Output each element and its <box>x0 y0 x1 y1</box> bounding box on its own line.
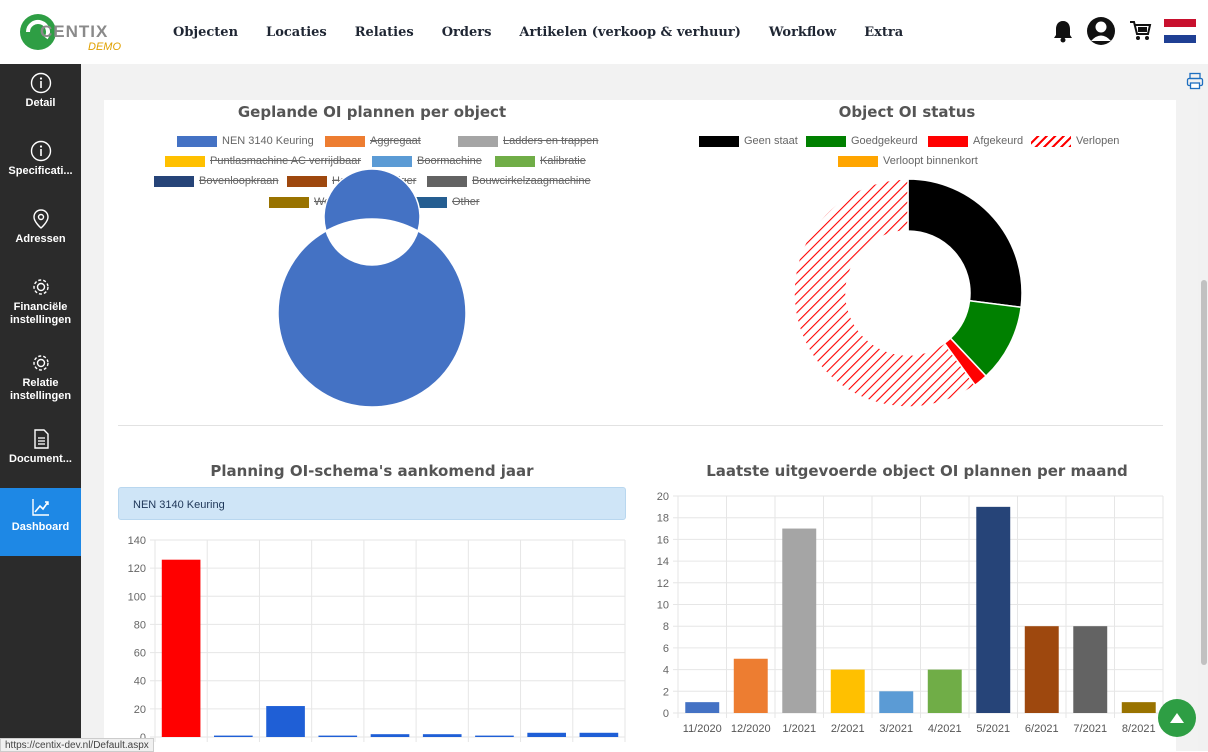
gear-icon <box>32 355 49 371</box>
brand-sub: DEMO <box>88 41 121 53</box>
legend-swatch <box>458 135 498 147</box>
legend-swatch <box>177 135 217 147</box>
sidebar-item-specificaties[interactable]: Specificati... <box>0 132 81 200</box>
legend-label: Aggregaat <box>370 135 421 147</box>
chart-title-monthly: Laatste uitgevoerde object OI plannen pe… <box>706 462 1128 480</box>
legend-swatch <box>495 155 535 167</box>
legend-label: Ladders en trappen <box>503 135 599 147</box>
legend-item[interactable]: Kalibratie <box>495 155 586 167</box>
legend-item[interactable]: Verlopen <box>1031 135 1119 147</box>
legend-swatch <box>287 175 327 187</box>
legend-item[interactable]: Ladders en trappen <box>458 135 598 147</box>
legend-label: Other <box>452 196 480 208</box>
legend-swatch <box>165 155 205 167</box>
legend-label: NEN 3140 Keuring <box>222 135 314 147</box>
legend-item[interactable]: Hogedrukreiniger <box>287 175 416 187</box>
legend-label: Bovenloopkraan <box>199 175 279 187</box>
nav-workflow[interactable]: Workflow <box>769 25 836 40</box>
info-icon <box>30 140 51 162</box>
info-icon <box>30 72 51 94</box>
nav-extra[interactable]: Extra <box>864 25 903 40</box>
status-url: https://centix-dev.nl/Default.aspx <box>0 738 154 752</box>
nav-artikelen[interactable]: Artikelen (verkoop & verhuur) <box>519 25 740 40</box>
series-selector[interactable]: NEN 3140 Keuring <box>118 487 626 520</box>
arrow-up-icon <box>1170 713 1184 723</box>
legend-item[interactable]: Geen staat <box>699 135 798 147</box>
legend-swatch <box>269 196 309 208</box>
legend-swatch <box>407 196 447 208</box>
nav-objecten[interactable]: Objecten <box>173 25 238 40</box>
legend-swatch <box>427 175 467 187</box>
chart-line-icon <box>31 499 49 516</box>
main-nav: Objecten Locaties Relaties Orders Artike… <box>173 0 931 64</box>
legend-label: Kalibratie <box>540 155 586 167</box>
sidebar-item-label: Document... <box>9 453 72 465</box>
sidebar-item-label: Relatie instellingen <box>9 377 72 402</box>
legend-item[interactable]: Afgekeurd <box>928 135 1023 147</box>
sidebar-item-adressen[interactable]: Adressen <box>0 200 81 268</box>
sidebar-item-relatie-instellingen[interactable]: Relatie instellingen <box>0 344 81 420</box>
chart-title-status: Object OI status <box>838 103 976 121</box>
legend-label: Verlopen <box>1076 135 1120 147</box>
legend-swatch <box>154 175 194 187</box>
sidebar-item-label: Adressen <box>15 233 66 245</box>
legend-label: Bouwcirkelzaagmachine <box>472 175 591 187</box>
legend-swatch <box>372 155 412 167</box>
legend-label: Afgekeurd <box>973 135 1024 147</box>
sidebar: Detail Specificati... Adressen Financiël… <box>0 64 81 751</box>
chart-title-planning-schedule: Planning OI-schema's aankomend jaar <box>210 462 534 480</box>
chart-title-planned: Geplande OI plannen per object <box>237 103 507 121</box>
sidebar-item-label: Specificati... <box>8 165 73 177</box>
location-pin-icon <box>32 209 49 229</box>
legend-item[interactable]: Bouwcirkelzaagmachine <box>427 175 591 187</box>
legend-label: Verloopt binnenkort <box>883 155 978 167</box>
bell-icon[interactable] <box>1052 19 1074 43</box>
legend-item[interactable]: Aggregaat <box>325 135 421 147</box>
nav-orders[interactable]: Orders <box>442 25 492 40</box>
legend-swatch <box>838 155 878 167</box>
top-icons <box>1052 16 1196 46</box>
legend-label: Boormachine <box>417 155 482 167</box>
document-icon <box>33 429 49 449</box>
legend-item[interactable]: Boormachine <box>372 155 482 167</box>
sidebar-item-label: Detail <box>25 97 56 109</box>
legend-item[interactable]: Goedgekeurd <box>806 135 918 147</box>
legend-swatch <box>928 135 968 147</box>
legend-item[interactable]: Verloopt binnenkort <box>838 155 978 167</box>
scroll-to-top-button[interactable] <box>1158 699 1196 737</box>
centix-logo[interactable]: CENTIX DEMO <box>18 10 148 54</box>
dutch-flag-icon[interactable] <box>1164 19 1196 43</box>
brand-name: CENTIX <box>40 22 108 41</box>
print-icon[interactable] <box>1186 72 1204 90</box>
nav-locaties[interactable]: Locaties <box>266 25 327 40</box>
nav-relaties[interactable]: Relaties <box>355 25 414 40</box>
legend-swatch <box>806 135 846 147</box>
gear-icon <box>32 279 49 295</box>
legend-item[interactable]: Other <box>407 196 480 208</box>
sidebar-item-label: Financiële instellingen <box>9 301 72 326</box>
legend-label: Puntlasmachine AC verrijdbaar <box>210 155 362 167</box>
legend-swatch <box>1031 135 1071 147</box>
legend-label: Goedgekeurd <box>851 135 918 147</box>
sidebar-item-detail[interactable]: Detail <box>0 64 81 132</box>
legend-label: Werkplaatskraan <box>314 196 397 208</box>
legend-item[interactable]: NEN 3140 Keuring <box>177 135 314 147</box>
legend-item[interactable]: Bovenloopkraan <box>154 175 279 187</box>
sidebar-item-financiele-instellingen[interactable]: Financiële instellingen <box>0 268 81 344</box>
legend-item[interactable]: Puntlasmachine AC verrijdbaar <box>165 155 361 167</box>
sidebar-item-label: Dashboard <box>11 521 70 533</box>
legend-label: Geen staat <box>744 135 798 147</box>
legend-swatch <box>325 135 365 147</box>
cart-icon[interactable] <box>1128 19 1152 43</box>
sidebar-item-dashboard[interactable]: Dashboard <box>0 488 81 556</box>
sidebar-item-documenten[interactable]: Document... <box>0 420 81 488</box>
legend-label: Hogedrukreiniger <box>332 175 417 187</box>
legend-item[interactable]: Werkplaatskraan <box>269 196 396 208</box>
top-bar: CENTIX DEMO Objecten Locaties Relaties O… <box>0 0 1208 64</box>
user-avatar-icon[interactable] <box>1086 16 1116 46</box>
legend-swatch <box>699 135 739 147</box>
scrollbar-thumb[interactable] <box>1201 280 1207 665</box>
section-divider <box>118 425 1163 426</box>
